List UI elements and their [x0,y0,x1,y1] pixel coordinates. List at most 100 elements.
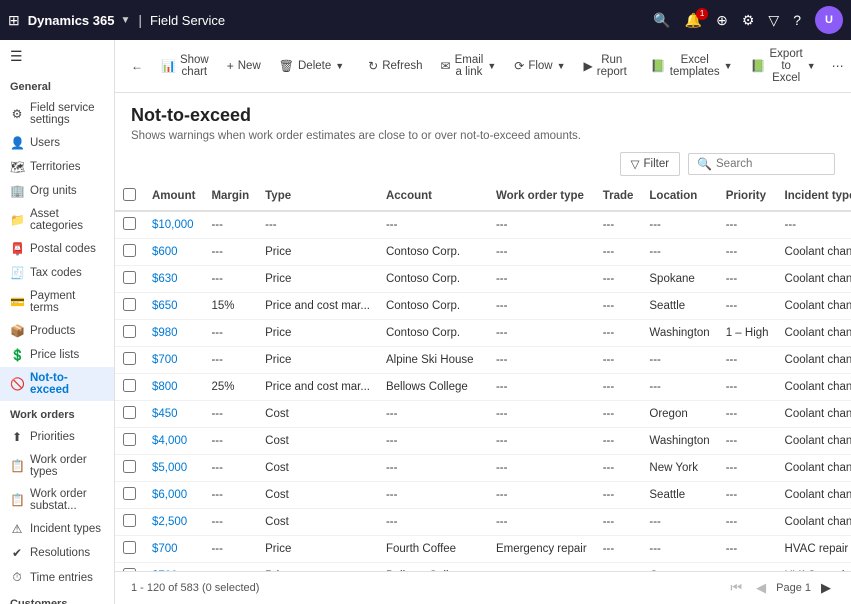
email-link-button[interactable]: ✉ Email a link ▼ [433,50,505,82]
back-button[interactable]: ← [123,55,151,77]
row-checkbox-10[interactable] [123,487,136,500]
sidebar-item-resolutions[interactable]: ✔Resolutions [0,541,114,565]
plus-icon: + [227,59,234,73]
cell-priority-1: --- [718,239,777,266]
record-count: 1 - 120 of 583 (0 selected) [131,582,259,594]
cell-work_order_type-6: --- [488,374,595,401]
next-page-button[interactable]: ▶ [817,578,835,598]
settings-icon[interactable]: ⚙ [742,12,755,29]
sidebar-item-price-lists[interactable]: 💲Price lists [0,343,114,367]
first-page-button[interactable]: ⏮ [726,578,746,598]
row-checkbox-7[interactable] [123,406,136,419]
col-header-location[interactable]: Location [641,182,717,211]
delete-chevron-icon[interactable]: ▼ [335,61,344,71]
run-report-button[interactable]: ▶ Run report [576,50,635,82]
amount-link-3[interactable]: $650 [152,300,178,312]
toolbar-more-button[interactable]: ⋯ [826,55,850,77]
sidebar-hamburger[interactable]: ☰ [0,40,114,73]
select-all-col [115,182,144,211]
flow-chevron-icon[interactable]: ▼ [557,61,566,71]
cell-margin-1: --- [203,239,257,266]
export-chevron-icon[interactable]: ▼ [807,61,816,71]
sidebar-item-incident-types[interactable]: ⚠Incident types [0,517,114,541]
sidebar-label-resolutions: Resolutions [30,547,104,559]
row-checkbox-6[interactable] [123,379,136,392]
col-header-amount[interactable]: Amount [144,182,203,211]
amount-link-8[interactable]: $4,000 [152,435,187,447]
row-checkbox-1[interactable] [123,244,136,257]
col-header-work_order_type[interactable]: Work order type [488,182,595,211]
amount-link-12[interactable]: $700 [152,543,178,555]
sidebar-section-customers: Customers [0,590,114,604]
add-icon[interactable]: ⊕ [716,12,728,29]
row-checkbox-3[interactable] [123,298,136,311]
notifications-icon[interactable]: 🔔1 [685,12,702,29]
row-checkbox-12[interactable] [123,541,136,554]
sidebar-item-tax-codes[interactable]: 🧾Tax codes [0,261,114,285]
flow-button[interactable]: ⟳ Flow ▼ [506,55,573,77]
amount-link-5[interactable]: $700 [152,354,178,366]
row-checkbox-0[interactable] [123,217,136,230]
row-checkbox-4[interactable] [123,325,136,338]
question-icon[interactable]: ? [793,12,801,28]
cell-work_order_type-2: --- [488,266,595,293]
cell-trade-1: --- [595,239,642,266]
excel-templates-chevron-icon[interactable]: ▼ [724,61,733,71]
row-checkbox-5[interactable] [123,352,136,365]
amount-link-0[interactable]: $10,000 [152,219,194,231]
amount-link-4[interactable]: $980 [152,327,178,339]
sidebar-item-org-units[interactable]: 🏢Org units [0,179,114,203]
prev-page-button[interactable]: ◀ [752,578,770,598]
sidebar-item-asset-categories[interactable]: 📁Asset categories [0,203,114,237]
delete-button[interactable]: 🗑 Delete ▼ [271,55,352,77]
user-avatar[interactable]: U [815,6,843,34]
col-header-trade[interactable]: Trade [595,182,642,211]
amount-link-9[interactable]: $5,000 [152,462,187,474]
refresh-button[interactable]: ↻ Refresh [360,55,430,77]
col-header-margin[interactable]: Margin [203,182,257,211]
cell-type-0: --- [257,211,378,239]
email-chevron-icon[interactable]: ▼ [487,61,496,71]
cell-work_order_type-4: --- [488,320,595,347]
sidebar-item-work-order-types[interactable]: 📋Work order types [0,449,114,483]
cell-margin-12: --- [203,536,257,563]
col-header-incident_type[interactable]: Incident type ↓ [777,182,851,211]
email-icon: ✉ [441,59,451,73]
sidebar-item-time-entries[interactable]: ⏱Time entries [0,565,114,590]
sidebar-item-work-order-subst[interactable]: 📋Work order substat... [0,483,114,517]
row-checkbox-9[interactable] [123,460,136,473]
amount-link-1[interactable]: $600 [152,246,178,258]
amount-link-10[interactable]: $6,000 [152,489,187,501]
row-checkbox-8[interactable] [123,433,136,446]
filter-icon[interactable]: ▽ [768,12,779,29]
apps-icon[interactable]: ⊞ [8,12,20,29]
amount-link-6[interactable]: $800 [152,381,178,393]
sidebar-item-payment-terms[interactable]: 💳Payment terms [0,285,114,319]
sidebar-item-users[interactable]: 👤Users [0,131,114,155]
amount-link-11[interactable]: $2,500 [152,516,187,528]
search-icon[interactable]: 🔍 [653,12,670,29]
sidebar-item-products[interactable]: 📦Products [0,319,114,343]
row-checkbox-2[interactable] [123,271,136,284]
export-excel-button[interactable]: 📗 Export to Excel ▼ [743,44,824,88]
sidebar-item-territories[interactable]: 🗺Territories [0,155,114,179]
col-header-type[interactable]: Type [257,182,378,211]
col-header-account[interactable]: Account [378,182,488,211]
excel-templates-button[interactable]: 📗 Excel templates ▼ [643,50,741,82]
filter-button[interactable]: ▽ Filter [620,152,680,176]
sidebar-label-products: Products [30,325,104,337]
sidebar-item-priorities[interactable]: ⬆Priorities [0,425,114,449]
new-button[interactable]: + New [219,55,269,77]
select-all-checkbox[interactable] [123,188,136,201]
module-name: Field Service [150,13,225,28]
sidebar-item-not-to-exceed[interactable]: 🚫Not-to-exceed [0,367,114,401]
cell-margin-6: 25% [203,374,257,401]
col-header-priority[interactable]: Priority [718,182,777,211]
sidebar-item-field-service-settings[interactable]: ⚙Field service settings [0,97,114,131]
row-checkbox-11[interactable] [123,514,136,527]
amount-link-7[interactable]: $450 [152,408,178,420]
sidebar-item-postal-codes[interactable]: 📮Postal codes [0,237,114,261]
show-chart-button[interactable]: 📊 Show chart [153,50,217,82]
amount-link-2[interactable]: $630 [152,273,178,285]
search-input[interactable] [716,158,826,170]
